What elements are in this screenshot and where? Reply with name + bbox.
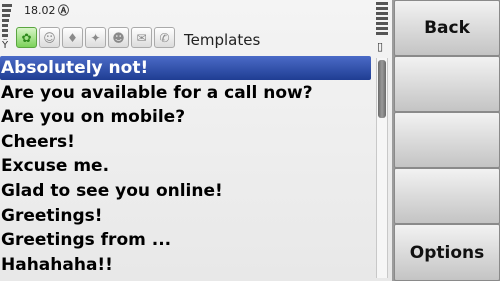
list-item[interactable]: Excuse me. bbox=[0, 154, 371, 178]
battery-base-icon: ▯ bbox=[377, 40, 384, 53]
tab-icon-strip[interactable]: ✿ ☺ ♦ ✦ ☻ ✉ ✆ bbox=[16, 27, 175, 49]
antenna-icon: Ÿ bbox=[2, 40, 9, 51]
status-bar: Ÿ 18.02 Ⓐ ✿ ☺ ♦ ✦ ☻ ✉ ✆ Templates ▯ bbox=[0, 0, 392, 56]
list-item[interactable]: Are you available for a call now? bbox=[0, 81, 371, 105]
list-item[interactable]: Glad to see you online! bbox=[0, 179, 371, 203]
softkey-empty-3[interactable] bbox=[394, 168, 500, 224]
list-item[interactable]: Greetings from ... bbox=[0, 228, 371, 252]
alarm-indicator-icon: Ⓐ bbox=[58, 4, 69, 17]
clock: 18.02 bbox=[24, 4, 56, 17]
list-item[interactable]: Hahahaha!! bbox=[0, 253, 371, 277]
scrollbar[interactable] bbox=[376, 58, 388, 278]
softkey-empty-2[interactable] bbox=[394, 112, 500, 168]
templates-list[interactable]: Absolutely not! Are you available for a c… bbox=[0, 56, 372, 281]
bulb-icon[interactable]: ♦ bbox=[62, 27, 83, 48]
chat-bubble-icon[interactable]: ✉ bbox=[131, 27, 152, 48]
list-item[interactable]: Cheers! bbox=[0, 130, 371, 154]
view-title: Templates bbox=[184, 31, 261, 49]
options-softkey[interactable]: Options bbox=[394, 224, 500, 281]
smiley-icon[interactable]: ☻ bbox=[108, 27, 129, 48]
back-softkey[interactable]: Back bbox=[394, 0, 500, 56]
softkey-panel: Back Options bbox=[392, 0, 500, 281]
flower-icon[interactable]: ✿ bbox=[16, 27, 37, 48]
person-icon[interactable]: ☺ bbox=[39, 27, 60, 48]
list-item[interactable]: Greetings! bbox=[0, 204, 371, 228]
list-item[interactable]: Absolutely not! bbox=[0, 56, 371, 80]
phone-person-icon[interactable]: ✆ bbox=[154, 27, 175, 48]
running-icon[interactable]: ✦ bbox=[85, 27, 106, 48]
list-item[interactable]: Are you on mobile? bbox=[0, 105, 371, 129]
screen: Ÿ 18.02 Ⓐ ✿ ☺ ♦ ✦ ☻ ✉ ✆ Templates ▯ Absolutely… bbox=[0, 0, 500, 281]
softkey-empty-1[interactable] bbox=[394, 56, 500, 112]
scrollbar-thumb[interactable] bbox=[378, 60, 386, 118]
